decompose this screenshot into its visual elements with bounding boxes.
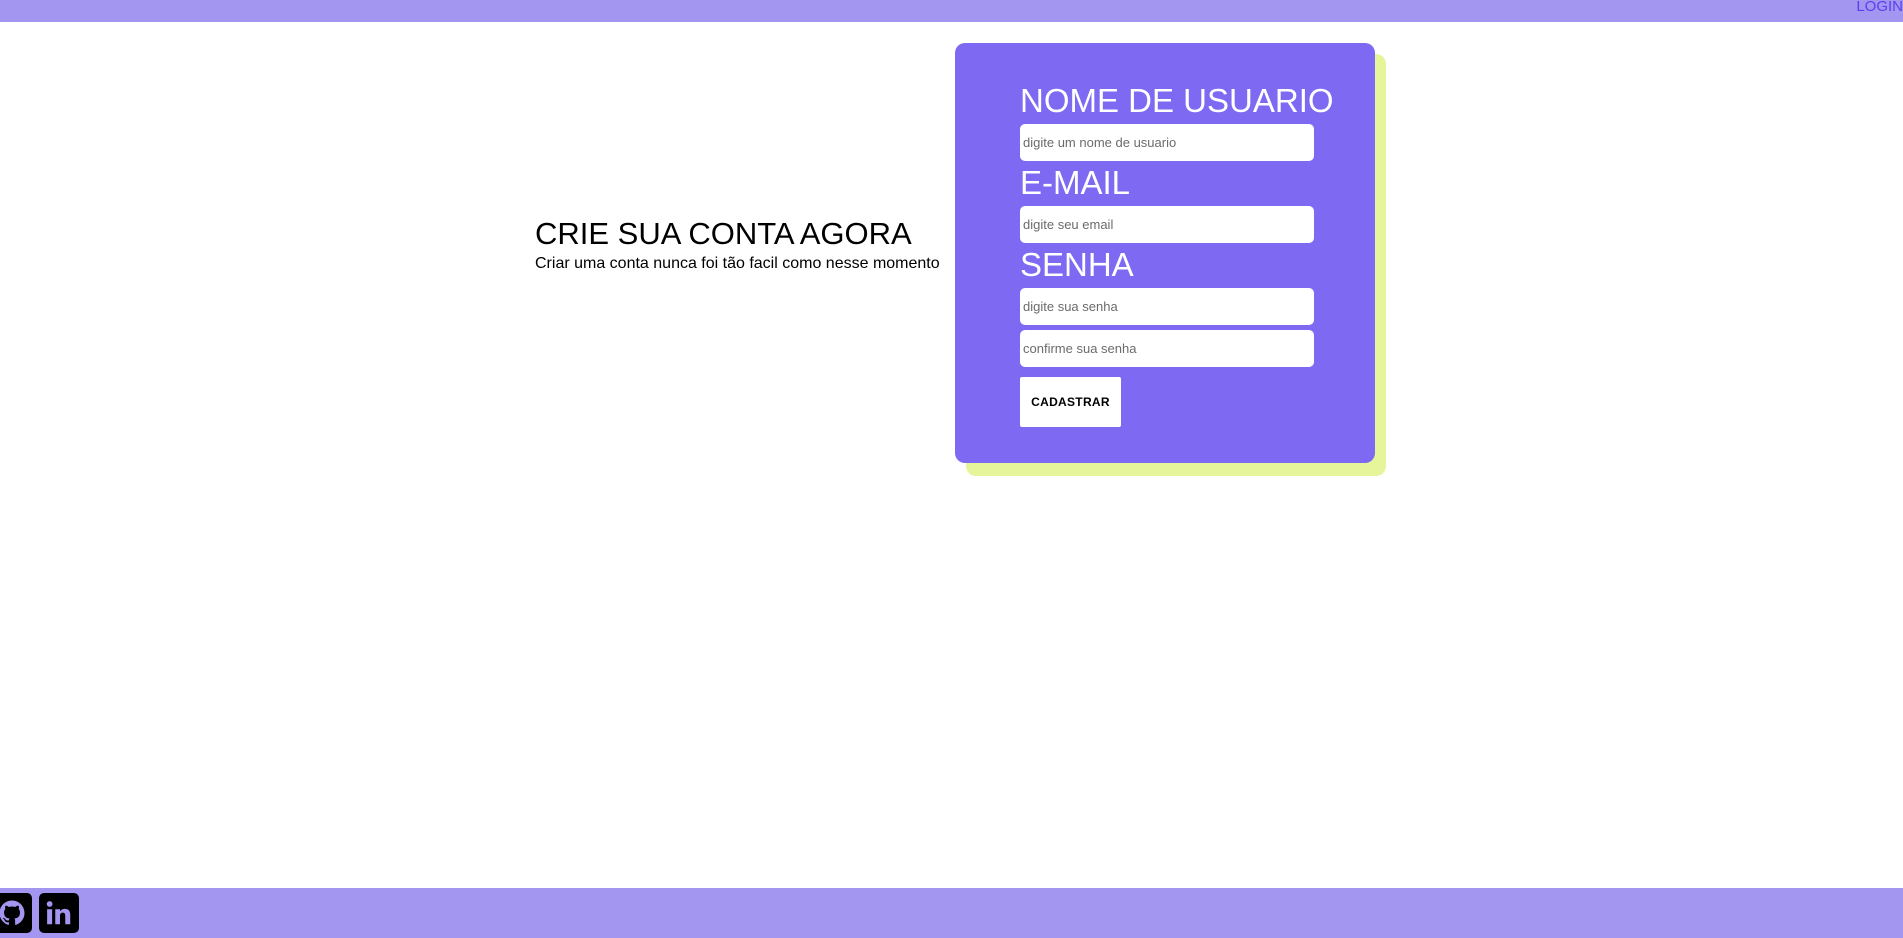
confirm-password-input[interactable] [1020,330,1314,367]
github-link[interactable] [0,893,32,933]
linkedin-icon [46,901,71,925]
email-label: E-MAIL [1020,164,1131,201]
page-title: CRIE SUA CONTA AGORA [535,216,912,251]
email-input[interactable] [1020,206,1314,243]
footer [0,888,1903,938]
page-subtitle: Criar uma conta nunca foi tão facil como… [535,255,940,272]
top-navbar: LOGIN [0,0,1903,22]
login-link[interactable]: LOGIN [1856,0,1903,16]
github-icon [0,900,25,925]
password-input[interactable] [1020,288,1314,325]
username-input[interactable] [1020,124,1314,161]
signup-form: NOME DE USUARIO E-MAIL SENHA CADASTRAR [955,43,1375,463]
intro-section: CRIE SUA CONTA AGORA Criar uma conta nun… [535,214,955,274]
username-label: NOME DE USUARIO [1020,82,1334,119]
password-label: SENHA [1020,246,1134,283]
linkedin-link[interactable] [39,893,79,933]
register-button[interactable]: CADASTRAR [1020,377,1121,427]
